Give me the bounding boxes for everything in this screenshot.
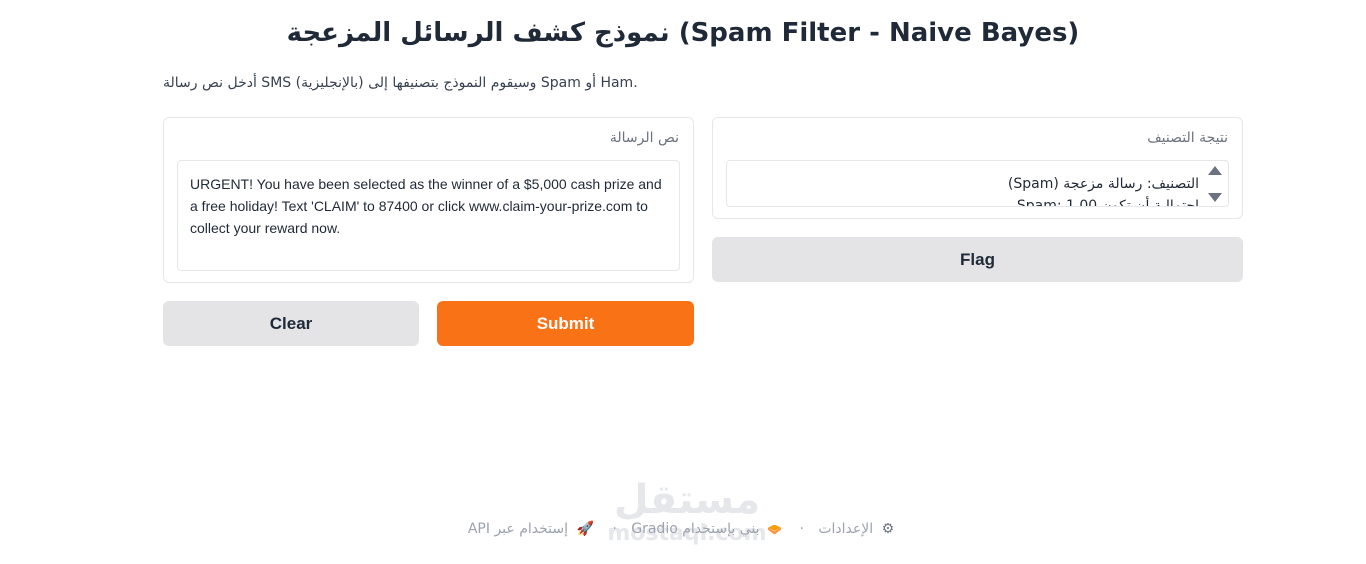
gradio-logo-icon [768,524,781,535]
message-input-panel: نص الرسالة URGENT! You have been selecte… [163,117,694,283]
spam-probability-line: احتمالية أن تكون Spam: 1.00 [1016,198,1199,207]
classification-output-box[interactable]: التصنيف: رسالة مزعجة (Spam) احتمالية أن … [726,160,1229,207]
classification-output-text: التصنيف: رسالة مزعجة (Spam) احتمالية أن … [739,173,1199,207]
use-via-api-link[interactable]: إستخدام عبر API [468,521,568,537]
footer-separator: · [799,521,804,537]
classification-output-panel: نتيجة التصنيف التصنيف: رسالة مزعجة (Spam… [712,117,1243,219]
rocket-icon: 🚀 [576,521,594,537]
page-title: نموذج كشف الرسائل المزعجة (Spam Filter -… [286,18,1080,48]
footer-separator: · [612,521,617,537]
settings-link[interactable]: الإعدادات [818,521,873,537]
watermark-logo: مستقل mostaql.com [607,478,767,558]
message-textarea[interactable]: URGENT! You have been selected as the wi… [177,160,680,271]
page-description: أدخل نص رسالة SMS (بالإنجليزية) وسيقوم ا… [163,75,638,91]
built-with-gradio-link[interactable]: بني بإستخدام Gradio [631,521,759,537]
output-scroll-spinner[interactable] [1208,164,1222,204]
classification-result-line: التصنيف: رسالة مزعجة (Spam) [1007,176,1199,192]
flag-button[interactable]: Flag [712,237,1243,282]
footer: ⚙ الإعدادات · بني بإستخدام Gradio · 🚀 إس… [0,521,1366,537]
submit-button[interactable]: Submit [437,301,694,346]
scroll-down-arrow-icon[interactable] [1208,193,1222,202]
message-input-label: نص الرسالة [609,130,679,146]
scroll-up-arrow-icon[interactable] [1208,166,1222,175]
classification-output-label: نتيجة التصنيف [1147,130,1228,146]
clear-button[interactable]: Clear [163,301,419,346]
gear-icon: ⚙ [881,521,895,537]
watermark-arabic-text: مستقل [613,477,761,523]
